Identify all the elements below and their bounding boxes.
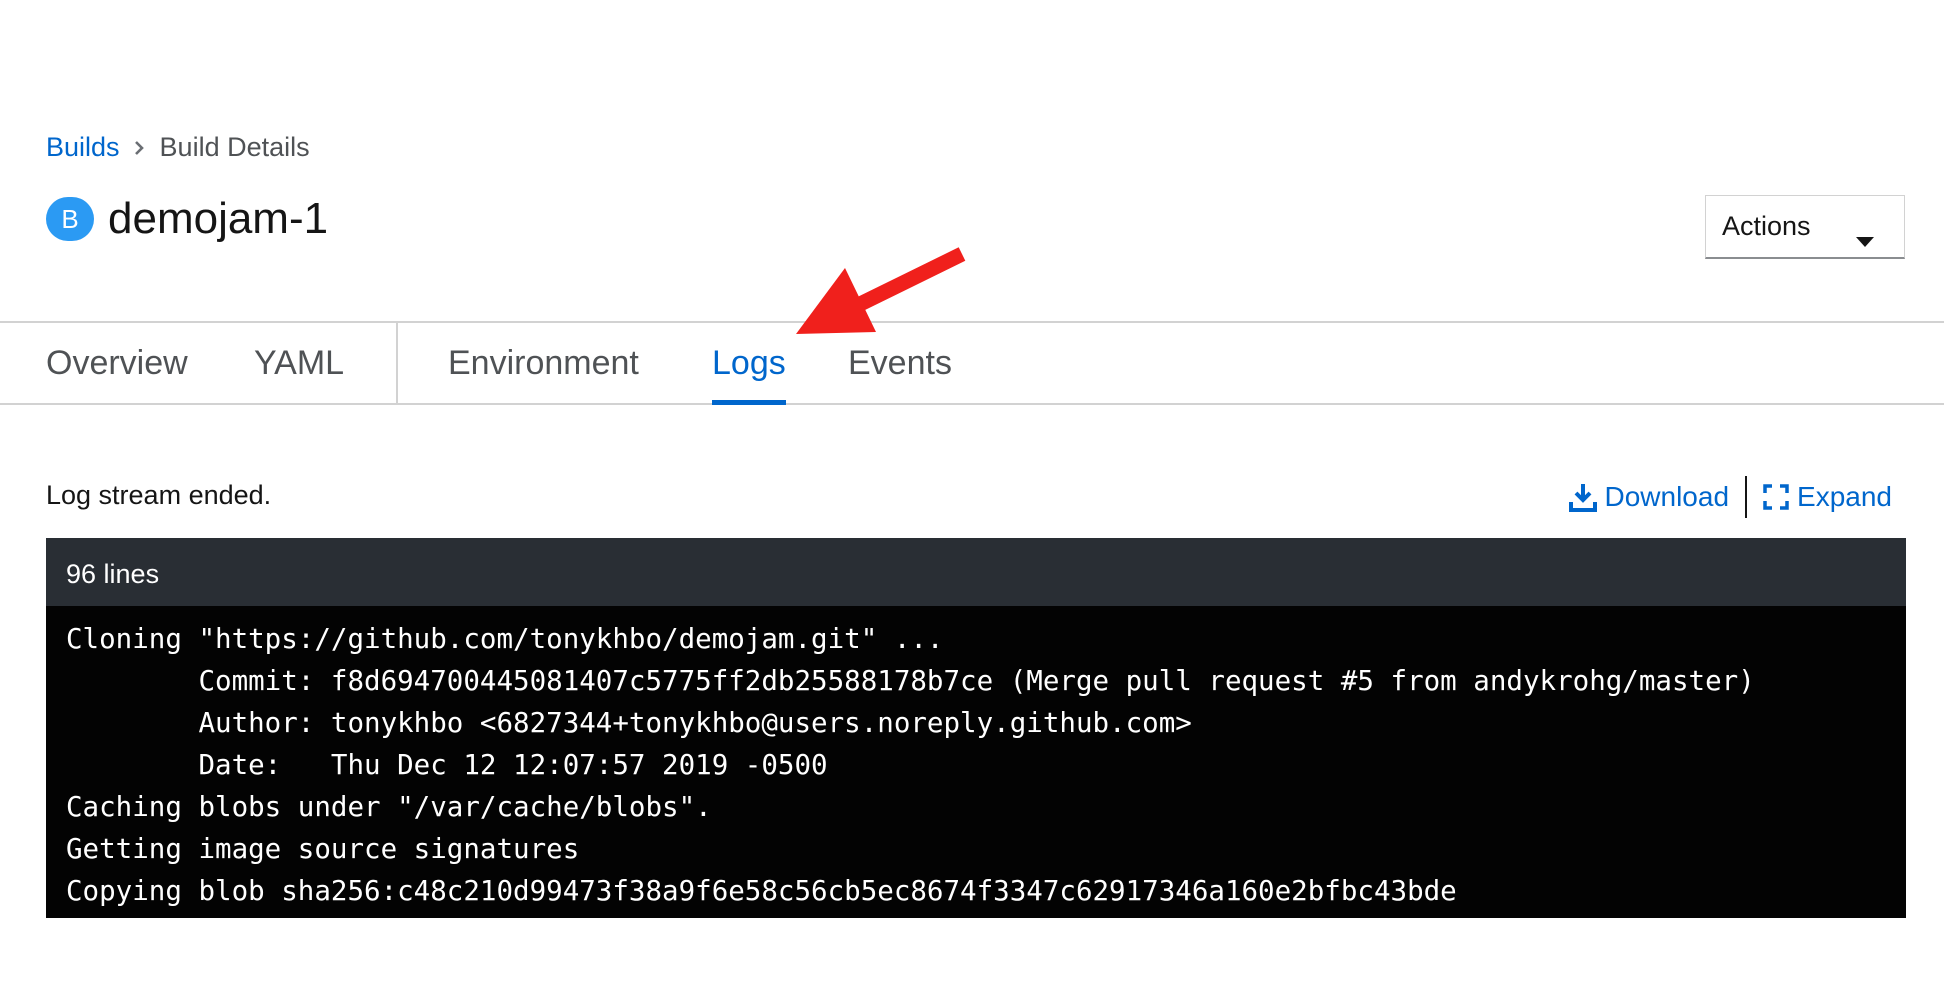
log-toolbar: Download Expand [1568, 476, 1892, 518]
tab-events[interactable]: Events [848, 323, 952, 403]
download-button[interactable]: Download [1568, 481, 1730, 513]
breadcrumb-current: Build Details [159, 132, 310, 162]
angle-right-icon [134, 140, 144, 156]
breadcrumb: Builds Build Details [46, 132, 310, 163]
download-label: Download [1604, 481, 1730, 512]
log-line-count: 96 lines [46, 538, 1906, 606]
expand-button[interactable]: Expand [1763, 481, 1892, 513]
log-line: Commit: f8d694700445081407c5775ff2db2558… [66, 665, 1755, 697]
tab-environment[interactable]: Environment [448, 323, 639, 403]
actions-label: Actions [1722, 211, 1811, 241]
tab-divider [396, 323, 398, 405]
log-line: Copying blob sha256:c48c210d99473f38a9f6… [66, 875, 1457, 907]
page-title: B demojam-1 [46, 194, 328, 244]
expand-label: Expand [1797, 481, 1892, 512]
log-line: Caching blobs under "/var/cache/blobs". [66, 791, 712, 823]
toolbar-divider [1745, 476, 1748, 518]
expand-icon [1763, 484, 1789, 510]
log-line: Date: Thu Dec 12 12:07:57 2019 -0500 [66, 749, 828, 781]
download-icon [1568, 484, 1597, 512]
log-viewer[interactable]: 96 lines Cloning "https://github.com/ton… [46, 538, 1906, 918]
resource-name: demojam-1 [108, 194, 329, 243]
log-output: Cloning "https://github.com/tonykhbo/dem… [46, 606, 1906, 912]
actions-dropdown[interactable]: Actions [1705, 195, 1905, 259]
tab-bar: Overview YAML Environment Logs Events [0, 321, 1944, 405]
log-line: Author: tonykhbo <6827344+tonykhbo@users… [66, 707, 1192, 739]
log-status: Log stream ended. [46, 480, 272, 510]
log-line: Cloning "https://github.com/tonykhbo/dem… [66, 623, 944, 655]
tab-logs[interactable]: Logs [712, 323, 786, 405]
caret-down-icon [1856, 223, 1874, 254]
log-line: Getting image source signatures [66, 833, 580, 865]
resource-badge: B [46, 197, 94, 241]
breadcrumb-builds-link[interactable]: Builds [46, 132, 120, 163]
tab-yaml[interactable]: YAML [254, 323, 344, 403]
tab-overview[interactable]: Overview [46, 323, 188, 403]
